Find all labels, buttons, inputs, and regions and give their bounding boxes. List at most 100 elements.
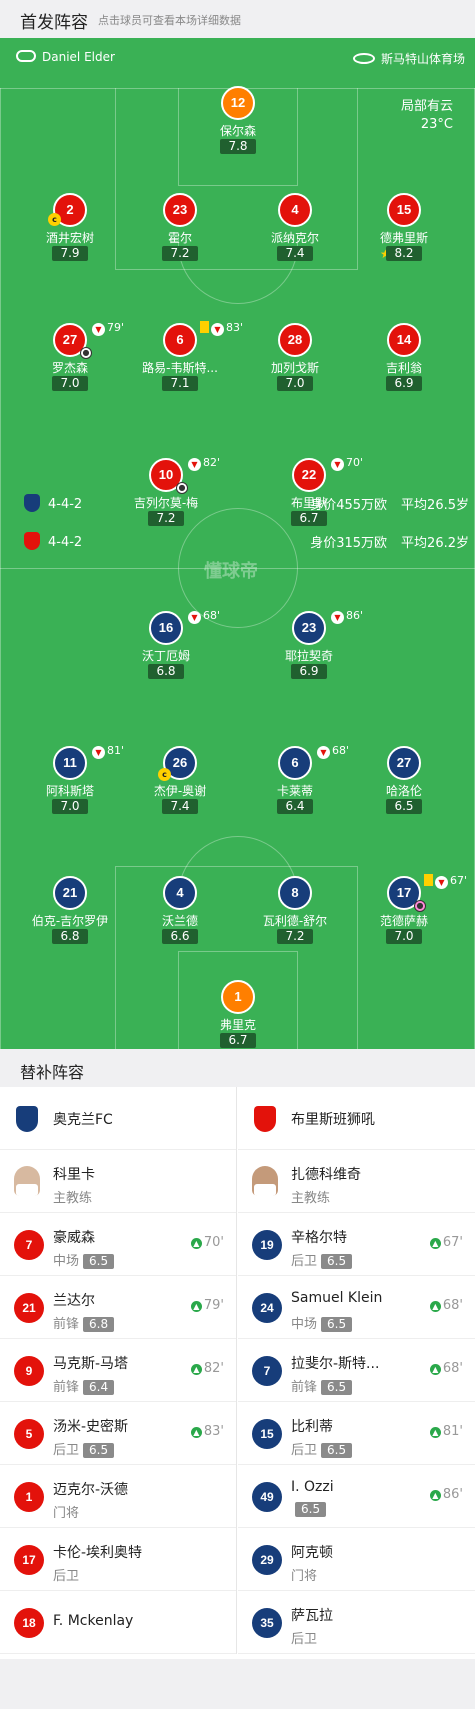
player-rating: 6.5 (295, 1502, 327, 1517)
player-number: 14 (387, 323, 421, 357)
sub-in-icon: ▲ (190, 1301, 202, 1312)
home-formation-text: 4-4-2 (48, 497, 83, 512)
sub-player-row[interactable]: 24 Samuel Klein 中场 6.5 ▲ 68' (238, 1276, 475, 1339)
temperature: 23°C (420, 117, 453, 132)
home-team-row[interactable]: 奥克兰FC (0, 1087, 236, 1150)
sub-player-row[interactable]: 18 F. Mckenlay (0, 1591, 236, 1654)
team-name: 布里斯班狮吼 (291, 1112, 375, 1128)
venue-name: 斯马特山体育场 (380, 52, 465, 66)
sub-player-row[interactable]: 5 汤米-史密斯 后卫 6.5 ▲ 83' (0, 1402, 236, 1465)
player-name: 阿克顿 (291, 1545, 333, 1561)
sub-out-marker: ▼ 81' (92, 744, 124, 759)
subs-title: 替补阵容 (0, 1050, 475, 1087)
player-rating: 7.1 (162, 376, 198, 391)
player-number: 15 (252, 1419, 282, 1449)
sub-player-row[interactable]: 19 辛格尔特 后卫 6.5 ▲ 67' (238, 1213, 475, 1276)
sub-time: 79' (203, 1298, 224, 1313)
position-text: 前锋 (291, 1380, 318, 1395)
substitutes-section: 替补阵容 奥克兰FC 科里卡 主教练 7 豪威森 中场 6.5 ▲ 70' 21 兰达尔 前锋 6.… (0, 1050, 475, 1659)
away-team-row[interactable]: 布里斯班狮吼 (238, 1087, 475, 1150)
position-text: 后卫 (291, 1254, 318, 1269)
sub-player-row[interactable]: 1 迈克尔-沃德 门将 (0, 1465, 236, 1528)
player-number: 24 (252, 1293, 282, 1323)
player-name: 路易-韦斯特... (142, 361, 218, 375)
player-name: 伯克-吉尔罗伊 (31, 914, 109, 928)
sub-in-icon: ▲ (429, 1301, 441, 1312)
player-rating: 6.5 (321, 1380, 353, 1395)
player-number: 4 (278, 193, 312, 227)
sub-time: 83' (203, 1424, 224, 1439)
sub-time: 68' (203, 609, 221, 622)
player-name: 比利蒂 (291, 1419, 333, 1435)
coach-name: 扎德科维奇 (291, 1167, 361, 1183)
player-rating: 6.6 (162, 929, 198, 944)
away-formation-text: 4-4-2 (48, 535, 83, 550)
player-rating: 7.0 (277, 376, 313, 391)
sub-in-icon: ▲ (429, 1238, 441, 1249)
sub-time: 86' (346, 609, 364, 622)
coach-row[interactable]: 扎德科维奇 主教练 (238, 1150, 475, 1213)
player-name: 卡莱蒂 (276, 784, 313, 798)
sub-player-row[interactable]: 9 马克斯-马塔 前锋 6.4 ▲ 82' (0, 1339, 236, 1402)
sub-out-marker: ▼ 67' (424, 874, 467, 889)
sub-out-icon: ▼ (331, 458, 344, 471)
sub-in-time: ▲ 70' (190, 1235, 224, 1250)
yellow-card-icon (424, 874, 433, 886)
sub-player-row[interactable]: 21 兰达尔 前锋 6.8 ▲ 79' (0, 1276, 236, 1339)
player-name: 酒井宏树 (45, 231, 94, 245)
sub-player-row[interactable]: 7 豪威森 中场 6.5 ▲ 70' (0, 1213, 236, 1276)
sub-player-row[interactable]: 7 拉斐尔-斯特... 前锋 6.5 ▲ 68' (238, 1339, 475, 1402)
sub-out-icon: ▼ (188, 611, 201, 624)
player-number: 17 (14, 1545, 44, 1575)
yellow-card-icon (200, 321, 209, 333)
sub-player-row[interactable]: 17 卡伦-埃利奥特 后卫 (0, 1528, 236, 1591)
player-rating: 6.7 (291, 511, 327, 526)
sub-time: 70' (203, 1235, 224, 1250)
sub-time: 68' (442, 1361, 463, 1376)
coach-avatar (252, 1166, 278, 1196)
sub-in-time: ▲ 81' (429, 1424, 463, 1439)
sub-in-time: ▲ 83' (190, 1424, 224, 1439)
sub-time: 67' (450, 874, 468, 887)
player-position: 后卫 6.5 (291, 1439, 353, 1458)
player-name: 沃兰德 (161, 914, 198, 928)
sub-out-marker: ▼ 68' (188, 609, 220, 624)
sub-out-marker: ▼ 86' (331, 609, 363, 624)
player-name: 瓦利德-舒尔 (262, 914, 328, 928)
player-rating: 7.0 (386, 929, 422, 944)
player-rating: 6.5 (83, 1443, 115, 1458)
player-rating: 6.5 (321, 1443, 353, 1458)
sub-time: 83' (226, 321, 244, 334)
player-number: 49 (252, 1482, 282, 1512)
coach-row[interactable]: 科里卡 主教练 (0, 1150, 236, 1213)
sub-player-row[interactable]: 49 I. Ozzi 6.5 ▲ 86' (238, 1465, 475, 1528)
player-name: 豪威森 (53, 1230, 95, 1246)
sub-in-icon: ▲ (190, 1238, 202, 1249)
sub-time: 86' (442, 1487, 463, 1502)
sub-player-row[interactable]: 15 比利蒂后卫 6.5 ▲ 81' (238, 1402, 475, 1465)
player-position: 后卫 (53, 1565, 79, 1584)
player-rating: 6.7 (220, 1033, 256, 1048)
home-team-formation: 4-4-2 (24, 494, 82, 512)
player-rating: 7.2 (162, 246, 198, 261)
sub-in-icon: ▲ (429, 1364, 441, 1375)
sub-in-time: ▲ 67' (429, 1235, 463, 1250)
team-name: 奥克兰FC (53, 1112, 113, 1128)
player-number: 35 (252, 1608, 282, 1638)
position-text: 门将 (53, 1506, 80, 1521)
player-rating: 7.2 (277, 929, 313, 944)
coach-role: 主教练 (291, 1191, 331, 1206)
whistle-icon (16, 50, 36, 62)
player-rating: 6.8 (148, 664, 184, 679)
player-name: 沃丁厄姆 (141, 649, 190, 663)
sub-player-row[interactable]: 35 萨瓦拉 后卫 (238, 1591, 475, 1654)
sub-out-icon: ▼ (92, 746, 105, 759)
sub-out-marker: ▼ 79' (92, 321, 124, 336)
player-rating: 6.9 (386, 376, 422, 391)
player-name: 吉利翁 (385, 361, 422, 375)
player-name: 布里默 (290, 496, 327, 510)
player-rating: 7.9 (52, 246, 88, 261)
position-text: 后卫 (291, 1443, 318, 1458)
player-rating: 7.4 (162, 799, 198, 814)
sub-player-row[interactable]: 29 阿克顿 门将 (238, 1528, 475, 1591)
